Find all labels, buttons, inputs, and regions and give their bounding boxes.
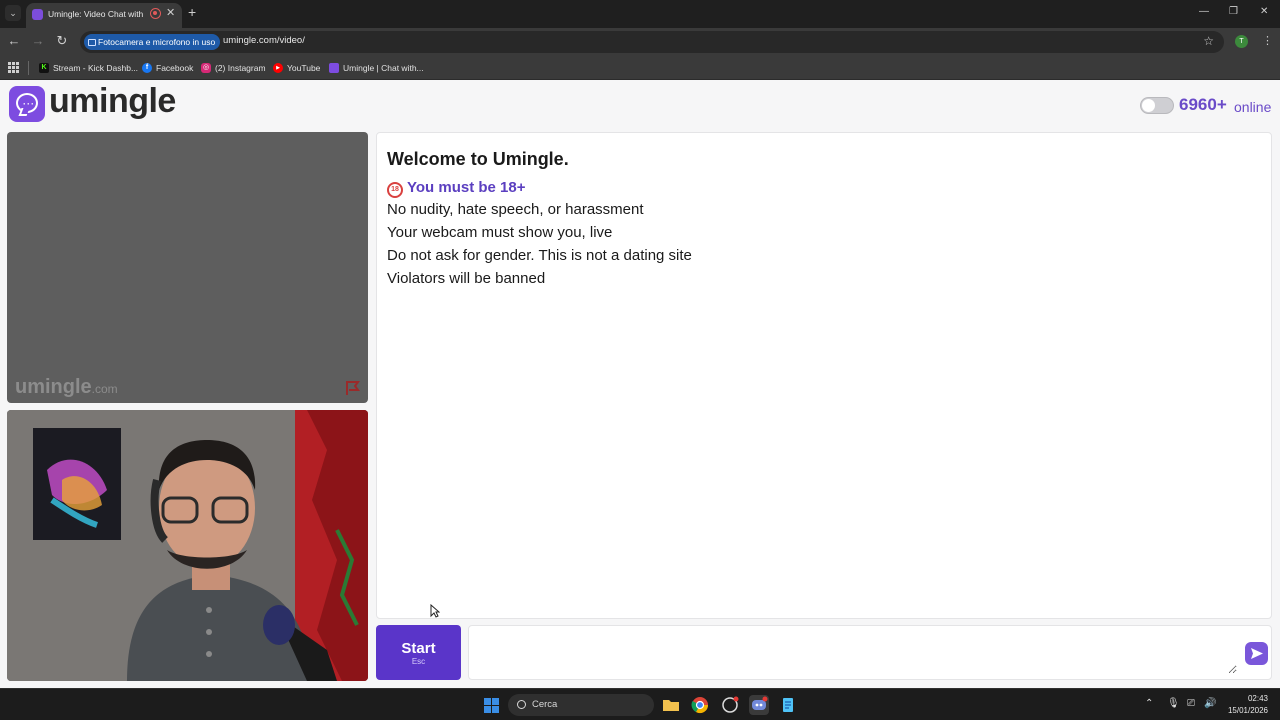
video-watermark: umingle.com bbox=[15, 376, 118, 398]
clock-time: 02:43 bbox=[1247, 694, 1268, 703]
search-icon bbox=[517, 700, 526, 709]
bookmark-label: Umingle | Chat with... bbox=[343, 63, 424, 73]
taskbar-search-label: Cerca bbox=[532, 699, 558, 710]
bookmark-label: Stream - Kick Dashb... bbox=[53, 63, 139, 73]
facebook-icon: f bbox=[142, 63, 152, 73]
logo-wordmark[interactable]: umingle bbox=[49, 82, 176, 121]
tab-search-chevron-icon[interactable]: ⌄ bbox=[5, 5, 21, 21]
bookmark-umingle[interactable]: Umingle | Chat with... bbox=[329, 60, 424, 76]
message-input[interactable] bbox=[477, 632, 1237, 674]
file-explorer-icon[interactable] bbox=[661, 695, 681, 715]
bookmarks-divider bbox=[28, 61, 29, 75]
webcam-scene-image bbox=[7, 410, 368, 681]
browser-menu-icon[interactable]: ⋮ bbox=[1262, 34, 1273, 47]
welcome-heading: Welcome to Umingle. bbox=[387, 149, 569, 169]
restore-icon[interactable]: ❐ bbox=[1229, 6, 1238, 17]
tray-chevron-icon[interactable]: ⌃ bbox=[1145, 698, 1153, 709]
windows-taskbar: Cerca ⌃ 🎙 ⎚ 🔊 02:43 15/01/2026 bbox=[0, 688, 1280, 720]
chat-bubble-icon: ··· bbox=[16, 93, 38, 113]
umingle-favicon-icon bbox=[32, 9, 43, 20]
new-tab-button[interactable]: + bbox=[188, 4, 196, 20]
address-bar[interactable]: Fotocamera e microfono in uso umingle.co… bbox=[80, 31, 1224, 53]
umingle-page: ··· umingle 6960+ online umingle.com Wel… bbox=[0, 80, 1280, 688]
network-icon[interactable]: ⎚ bbox=[1187, 698, 1195, 709]
stranger-video: umingle.com bbox=[7, 132, 368, 403]
notepad-icon[interactable] bbox=[778, 695, 798, 715]
theme-toggle[interactable] bbox=[1140, 97, 1174, 114]
microphone-icon[interactable]: 🎙 bbox=[1167, 698, 1180, 709]
discord-icon[interactable] bbox=[749, 695, 769, 715]
tab-close-icon[interactable]: ✕ bbox=[166, 6, 175, 19]
browser-toolbar: ← → ↻ Fotocamera e microfono in uso umin… bbox=[0, 28, 1280, 56]
recording-indicator-icon bbox=[150, 8, 161, 19]
rule-line: No nudity, hate speech, or harassment bbox=[387, 201, 644, 218]
send-button[interactable] bbox=[1245, 642, 1268, 665]
bookmark-label: Facebook bbox=[156, 63, 194, 73]
browser-tab-bar: ⌄ Umingle: Video Chat with S ✕ + — ❐ ✕ bbox=[0, 0, 1280, 28]
start-label: Start bbox=[401, 640, 436, 657]
typing-dots: ··· bbox=[23, 99, 35, 109]
url-text[interactable]: umingle.com/video/ bbox=[223, 35, 305, 46]
kick-icon: K bbox=[39, 63, 49, 73]
report-flag-icon[interactable] bbox=[345, 380, 361, 396]
age-requirement-rule: 18 You must be 18+ bbox=[387, 179, 526, 198]
chat-log-panel: Welcome to Umingle. 18 You must be 18+ No… bbox=[376, 132, 1272, 619]
toggle-knob bbox=[1142, 99, 1155, 112]
bookmark-facebook[interactable]: f Facebook bbox=[142, 60, 193, 76]
send-arrow-icon bbox=[1251, 648, 1263, 659]
rule-line: Do not ask for gender. This is not a dat… bbox=[387, 247, 692, 264]
bookmark-label: (2) Instagram bbox=[215, 63, 266, 73]
start-button[interactable]: Start Esc bbox=[376, 625, 461, 680]
volume-icon[interactable]: 🔊 bbox=[1204, 698, 1216, 709]
bookmark-instagram[interactable]: ◎ (2) Instagram bbox=[201, 60, 266, 76]
windows-start-icon[interactable] bbox=[484, 698, 499, 713]
instagram-icon: ◎ bbox=[201, 63, 211, 73]
start-shortcut-hint: Esc bbox=[411, 657, 426, 666]
forward-arrow-icon[interactable]: → bbox=[30, 33, 46, 48]
bookmark-label: YouTube bbox=[287, 63, 321, 73]
profile-avatar[interactable]: T bbox=[1235, 35, 1248, 48]
reload-icon[interactable]: ↻ bbox=[54, 33, 70, 49]
age-18-icon: 18 bbox=[387, 182, 403, 198]
camera-in-use-chip[interactable]: Fotocamera e microfono in uso bbox=[84, 34, 221, 50]
clock-date: 15/01/2026 bbox=[1227, 706, 1268, 715]
self-webcam-video bbox=[7, 410, 368, 681]
rule-line: Your webcam must show you, live bbox=[387, 224, 613, 241]
taskbar-search[interactable]: Cerca bbox=[508, 694, 654, 716]
chrome-icon[interactable] bbox=[690, 695, 710, 715]
message-composer bbox=[468, 625, 1272, 680]
umingle-icon bbox=[329, 63, 339, 73]
obs-icon[interactable] bbox=[720, 695, 740, 715]
online-count: 6960+ bbox=[1179, 95, 1227, 114]
youtube-icon: ▶ bbox=[273, 63, 283, 73]
tab-title: Umingle: Video Chat with S bbox=[48, 9, 143, 19]
bookmark-star-icon[interactable]: ☆ bbox=[1203, 34, 1214, 48]
minimize-icon[interactable]: — bbox=[1199, 6, 1209, 17]
back-arrow-icon[interactable]: ← bbox=[6, 33, 22, 48]
system-clock[interactable]: 02:43 15/01/2026 bbox=[1226, 693, 1268, 717]
online-label: online bbox=[1234, 99, 1272, 115]
rule-line: Violators will be banned bbox=[387, 270, 546, 287]
mouse-cursor-icon bbox=[430, 604, 440, 618]
browser-tab-umingle[interactable]: Umingle: Video Chat with S ✕ bbox=[26, 3, 182, 28]
bookmarks-bar: K Stream - Kick Dashb... f Facebook ◎ (2… bbox=[0, 56, 1280, 80]
umingle-logo-icon[interactable]: ··· bbox=[9, 86, 45, 122]
apps-grid-icon[interactable] bbox=[8, 62, 19, 73]
bookmark-youtube[interactable]: ▶ YouTube bbox=[273, 60, 320, 76]
window-close-icon[interactable]: ✕ bbox=[1260, 6, 1268, 17]
bookmark-kick[interactable]: K Stream - Kick Dashb... bbox=[39, 60, 138, 76]
age-rule-text: You must be 18+ bbox=[407, 179, 526, 196]
